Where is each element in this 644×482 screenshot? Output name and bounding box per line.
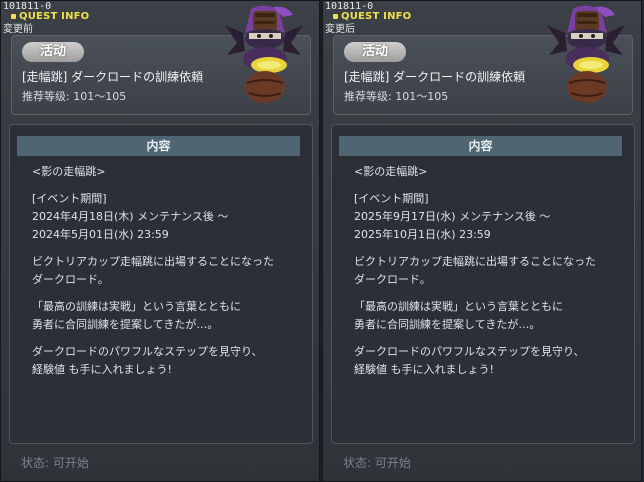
event-badge: 活动 [344, 42, 406, 62]
content-line: 2025年10月1日(水) 23:59 [354, 228, 491, 241]
content-line: 2025年9月17日(水) メンテナンス後 ～ [354, 210, 551, 223]
content-header: 内容 [339, 136, 622, 156]
quest-info-icon [11, 13, 16, 19]
event-badge: 活动 [22, 42, 84, 62]
quest-status: 状态: 可开始 [343, 456, 411, 470]
content-box: 内容 <影の走幅跳> [イベント期間] 2025年9月17日(水) メンテナンス… [331, 124, 635, 444]
content-line: 経験値 も手に入れましょう! [32, 363, 172, 376]
quest-info-icon [333, 13, 338, 19]
content-line: ダークロード。 [354, 273, 431, 286]
quest-status: 状态: 可开始 [21, 456, 89, 470]
quest-panel-after: 101811-0 QUEST INFO 変更后 活动 [走幅跳] ダークロードの… [322, 0, 642, 482]
quest-title: [走幅跳] ダークロードの訓練依頼 [344, 70, 526, 84]
quest-info-text: QUEST INFO [341, 11, 412, 22]
content-text: <影の走幅跳> [イベント期間] 2025年9月17日(水) メンテナンス後 ～… [354, 163, 624, 379]
content-line: ビクトリアカップ走幅跳に出場することになった [32, 255, 274, 268]
content-line: 2024年4月18日(木) メンテナンス後 ～ [32, 210, 229, 223]
quest-title: [走幅跳] ダークロードの訓練依頼 [22, 70, 204, 84]
content-line: ダークロードのパワフルなステップを見守り、 [32, 345, 263, 358]
content-line: <影の走幅跳> [32, 165, 106, 178]
content-line: ビクトリアカップ走幅跳に出場することになった [354, 255, 596, 268]
content-line: ダークロード。 [32, 273, 109, 286]
quest-info-label: QUEST INFO [11, 11, 89, 23]
content-text: <影の走幅跳> [イベント期間] 2024年4月18日(木) メンテナンス後 ～… [32, 163, 302, 379]
content-line: [イベント期間] [354, 192, 429, 205]
content-line: 勇者に合同訓練を提案してきたが…。 [354, 318, 541, 331]
quest-panel-before: 101811-0 QUEST INFO 変更前 活动 [走幅跳] ダークロードの… [0, 0, 320, 482]
content-line: ダークロードのパワフルなステップを見守り、 [354, 345, 585, 358]
content-line: 勇者に合同訓練を提案してきたが…。 [32, 318, 219, 331]
dark-lord-npc-icon [225, 5, 303, 103]
content-line: 経験値 も手に入れましょう! [354, 363, 494, 376]
content-line: 「最高の訓練は実戦」という言葉とともに [354, 300, 563, 313]
quest-info-text: QUEST INFO [19, 11, 90, 22]
content-box: 内容 <影の走幅跳> [イベント期間] 2024年4月18日(木) メンテナンス… [9, 124, 313, 444]
content-line: [イベント期間] [32, 192, 107, 205]
dark-lord-npc-icon [547, 5, 625, 103]
content-header: 内容 [17, 136, 300, 156]
content-line: <影の走幅跳> [354, 165, 428, 178]
recommended-level: 推荐等级: 101～105 [344, 90, 449, 103]
quest-info-label: QUEST INFO [333, 11, 411, 23]
content-line: 「最高の訓練は実戦」という言葉とともに [32, 300, 241, 313]
content-line: 2024年5月01日(水) 23:59 [32, 228, 169, 241]
recommended-level: 推荐等级: 101～105 [22, 90, 127, 103]
